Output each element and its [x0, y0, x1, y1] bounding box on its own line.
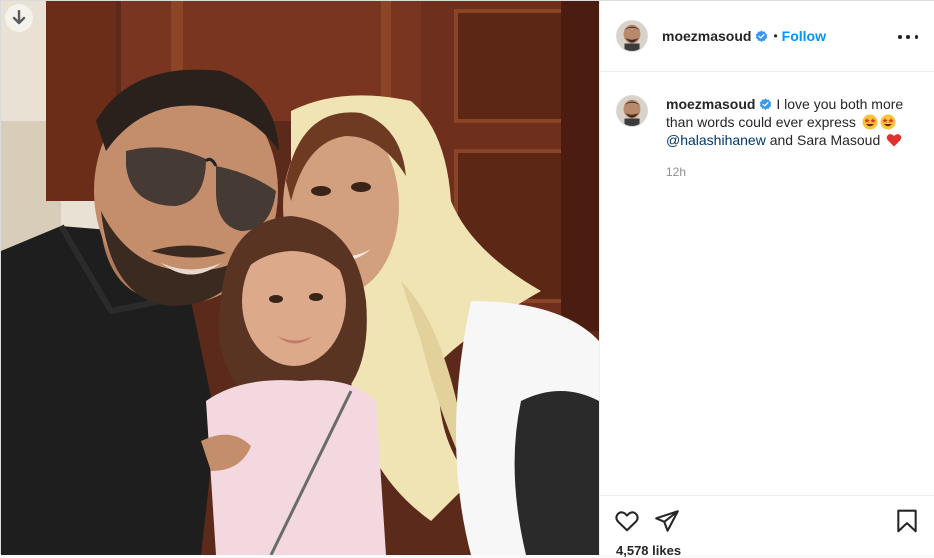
caption-text-after: and Sara Masoud — [765, 132, 885, 148]
instagram-post: moezmasoud • Follow moezmasoud I love yo… — [0, 0, 934, 558]
more-options-icon[interactable] — [898, 27, 918, 47]
action-bar: 4,578 likes — [600, 495, 934, 558]
post-header: moezmasoud • Follow — [600, 1, 934, 72]
profile-photo — [617, 96, 647, 126]
follow-button[interactable]: Follow — [782, 28, 826, 44]
likes-count[interactable]: 4,578 likes — [616, 543, 681, 558]
bookmark-icon — [897, 509, 917, 533]
like-button[interactable] — [614, 508, 640, 534]
username-link[interactable]: moezmasoud — [662, 28, 751, 44]
share-button[interactable] — [654, 508, 680, 534]
separator-dot: • — [773, 29, 778, 43]
caption-comment: moezmasoud I love you both more than wor… — [616, 95, 921, 181]
post-photo[interactable] — [1, 1, 599, 555]
avatar[interactable] — [616, 95, 648, 127]
save-button[interactable] — [894, 508, 920, 534]
profile-photo — [617, 21, 647, 51]
arrow-down-icon — [12, 10, 26, 25]
heart-icon — [615, 511, 639, 532]
download-button[interactable] — [5, 4, 33, 32]
paper-plane-icon — [655, 510, 679, 532]
family-selfie-image — [1, 1, 599, 555]
avatar[interactable] — [616, 20, 648, 52]
star-struck-emoji-icon — [880, 114, 896, 130]
caption-username[interactable]: moezmasoud — [666, 96, 755, 112]
red-heart-emoji-icon — [886, 134, 902, 147]
verified-badge-icon — [760, 98, 772, 110]
caption-body: moezmasoud I love you both more than wor… — [666, 95, 921, 181]
mention-link[interactable]: @halashihanew — [666, 132, 766, 148]
star-struck-emoji-icon — [862, 114, 878, 130]
caption-timestamp[interactable]: 12h — [666, 163, 921, 181]
verified-badge-icon — [756, 29, 768, 42]
post-sidebar: moezmasoud • Follow moezmasoud I love yo… — [599, 1, 934, 558]
